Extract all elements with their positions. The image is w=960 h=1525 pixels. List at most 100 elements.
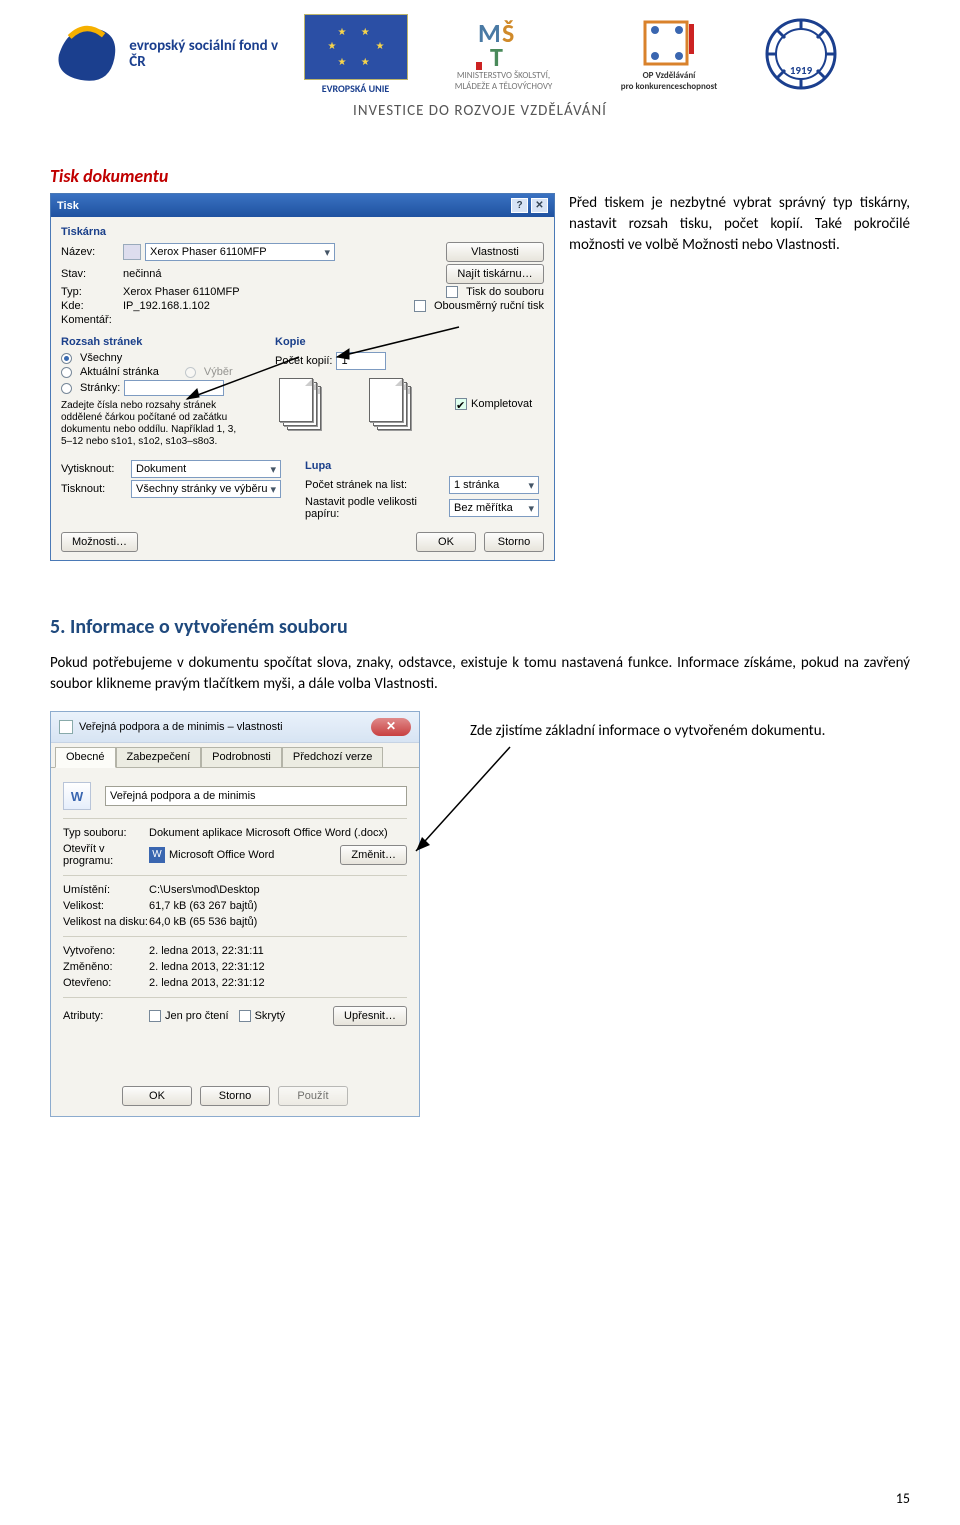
chevron-down-icon: ▾ — [324, 246, 330, 259]
arrow-annotation-2 — [331, 325, 461, 365]
esf-text: evropský sociální fond v ČR — [129, 37, 278, 72]
zoom-scale-value: Bez měřítka — [454, 502, 513, 514]
label-size: Velikost: — [63, 900, 149, 912]
hidden-checkbox[interactable] — [239, 1010, 251, 1022]
document-icon — [59, 720, 73, 734]
tisk-paragraph: Před tiskem je nezbytné vybrat správný t… — [569, 193, 910, 256]
radio-current[interactable] — [61, 367, 72, 378]
radio-pages[interactable] — [61, 383, 72, 394]
value-location: C:\Users\mod\Desktop — [149, 884, 407, 896]
radio-pages-label: Stránky: — [80, 382, 120, 394]
word-app-icon: W — [149, 847, 165, 863]
zoom-scale-combo[interactable]: Bez měřítka ▾ — [449, 499, 539, 517]
svg-text:Š: Š — [502, 17, 514, 49]
arrow-annotation-1 — [181, 355, 301, 415]
label-filetype: Typ souboru: — [63, 827, 149, 839]
value-sizedisk: 64,0 kB (65 536 bajtů) — [149, 916, 407, 928]
printer-name-value: Xerox Phaser 6110MFP — [150, 246, 267, 258]
print-to-file-checkbox[interactable] — [446, 286, 458, 298]
printwhat-value: Dokument — [136, 463, 186, 475]
printer-name-combo[interactable]: Xerox Phaser 6110MFP ▾ — [145, 243, 335, 261]
print-dialog: Tisk ? ✕ Tiskárna Název: Xerox Phaser 61… — [50, 193, 555, 561]
close-icon[interactable]: ✕ — [371, 718, 411, 736]
collate-label: Kompletovat — [471, 398, 532, 410]
printwhat-label: Vytisknout: — [61, 463, 127, 475]
svg-text:T: T — [490, 41, 503, 70]
find-printer-button[interactable]: Najít tiskárnu… — [446, 264, 544, 284]
value-size: 61,7 kB (63 267 bajtů) — [149, 900, 407, 912]
label-created: Vytvořeno: — [63, 945, 149, 957]
chevron-down-icon: ▾ — [528, 502, 534, 515]
filename-input[interactable]: Veřejná podpora a de minimis — [105, 786, 407, 806]
zoom-pages-combo[interactable]: 1 stránka ▾ — [449, 476, 539, 494]
printsel-combo[interactable]: Všechny stránky ve výběru▾ — [131, 480, 281, 498]
hidden-label: Skrytý — [255, 1010, 286, 1022]
op-line2: pro konkurenceschopnost — [621, 81, 717, 92]
label-where: Kde: — [61, 300, 119, 312]
properties-caption: Zde zjistíme základní informace o vytvoř… — [470, 721, 825, 742]
printwhat-combo[interactable]: Dokument ▾ — [131, 460, 281, 478]
tab-details[interactable]: Podrobnosti — [201, 747, 282, 767]
msmt-logo: M Š T MINISTERSTVO ŠKOLSTVÍ, MLÁDEŽE A T… — [431, 10, 576, 98]
funding-banner: evropský sociální fond v ČR ★ ★ ★ ★ ★ ★ … — [50, 0, 910, 150]
readonly-checkbox[interactable] — [149, 1010, 161, 1022]
radio-all-label: Všechny — [80, 352, 122, 364]
label-location: Umístění: — [63, 884, 149, 896]
tab-security[interactable]: Zabezpečení — [116, 747, 202, 767]
collate-checkbox[interactable]: ✔ — [455, 398, 467, 410]
ok-button[interactable]: OK — [416, 532, 476, 552]
help-icon[interactable]: ? — [511, 198, 528, 213]
label-name: Název: — [61, 246, 119, 258]
value-created: 2. ledna 2013, 22:31:11 — [149, 945, 407, 957]
duplex-checkbox[interactable] — [414, 300, 426, 312]
printsel-value: Všechny stránky ve výběru — [136, 483, 267, 495]
banner-subline: INVESTICE DO ROZVOJE VZDĚLÁVÁNÍ — [50, 102, 910, 120]
change-button[interactable]: Změnit… — [340, 845, 407, 865]
type-value: Xerox Phaser 6110MFP — [123, 286, 240, 298]
properties-dialog: Veřejná podpora a de minimis – vlastnost… — [50, 711, 420, 1117]
label-attributes: Atributy: — [63, 1010, 149, 1022]
properties-title-text: Veřejná podpora a de minimis – vlastnost… — [79, 721, 283, 733]
tab-general[interactable]: Obecné — [55, 747, 116, 768]
value-modified: 2. ledna 2013, 22:31:12 — [149, 961, 407, 973]
word-file-icon: W — [63, 782, 91, 810]
properties-titlebar: Veřejná podpora a de minimis – vlastnost… — [51, 712, 419, 743]
op-logo: OP Vzdělávání pro konkurenceschopnost — [594, 10, 744, 98]
cancel-button[interactable]: Storno — [484, 532, 544, 552]
props-cancel-button[interactable]: Storno — [200, 1086, 270, 1106]
eu-text: EVROPSKÁ UNIE — [322, 82, 390, 95]
where-value: IP_192.168.1.102 — [123, 300, 210, 312]
wheel-logo: 1919 — [762, 10, 840, 98]
value-filetype: Dokument aplikace Microsoft Office Word … — [149, 827, 407, 839]
label-state: Stav: — [61, 268, 119, 280]
zoom-section-label: Lupa — [305, 460, 544, 472]
tab-previous[interactable]: Předchozí verze — [282, 747, 383, 767]
radio-current-label: Aktuální stránka — [80, 366, 159, 378]
value-openwith: Microsoft Office Word — [169, 849, 274, 861]
op-line1: OP Vzdělávání — [643, 70, 696, 81]
print-dialog-titlebar: Tisk ? ✕ — [51, 194, 554, 217]
radio-all[interactable] — [61, 353, 72, 364]
msmt-line1: MINISTERSTVO ŠKOLSTVÍ, — [457, 70, 550, 81]
advanced-button[interactable]: Upřesnit… — [333, 1006, 407, 1026]
zoom-scale-label: Nastavit podle velikosti papíru: — [305, 496, 445, 520]
properties-tabs: Obecné Zabezpečení Podrobnosti Předchozí… — [51, 743, 419, 768]
chevron-down-icon: ▾ — [270, 483, 276, 496]
label-accessed: Otevřeno: — [63, 977, 149, 989]
zoom-pages-value: 1 stránka — [454, 479, 499, 491]
printer-section-label: Tiskárna — [61, 226, 544, 238]
chevron-down-icon: ▾ — [528, 479, 534, 492]
print-dialog-title: Tisk — [57, 200, 508, 212]
section-5-paragraph: Pokud potřebujeme v dokumentu spočítat s… — [50, 653, 910, 695]
chevron-down-icon: ▾ — [270, 463, 276, 476]
print-to-file-label: Tisk do souboru — [466, 286, 544, 298]
heading-section-5: 5. Informace o vytvořeném souboru — [50, 615, 910, 639]
options-button[interactable]: Možnosti… — [61, 532, 138, 552]
page-number: 15 — [896, 1490, 910, 1507]
close-icon[interactable]: ✕ — [531, 198, 548, 213]
label-openwith: Otevřít v programu: — [63, 843, 149, 867]
properties-button[interactable]: Vlastnosti — [446, 242, 544, 262]
heading-tisk: Tisk dokumentu — [50, 165, 910, 187]
msmt-line2: MLÁDEŽE A TĚLOVÝCHOVY — [455, 81, 553, 92]
props-ok-button[interactable]: OK — [122, 1086, 192, 1106]
